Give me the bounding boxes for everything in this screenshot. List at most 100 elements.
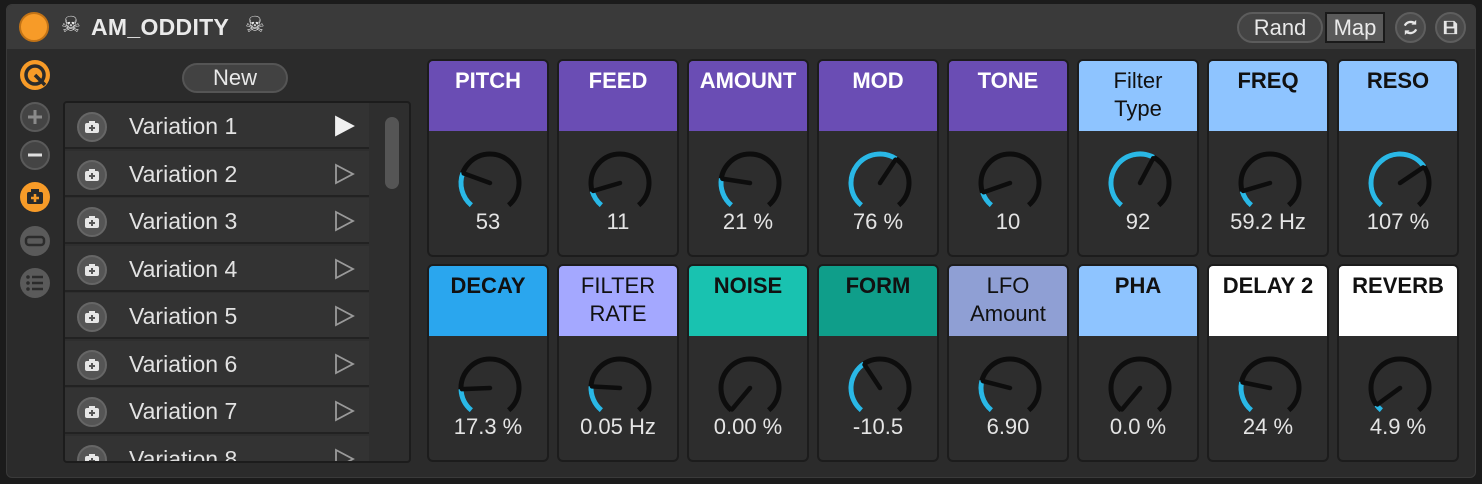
variation-list[interactable]: Variation 1 Variation 2 Variation 3 Variati… [63, 101, 411, 463]
macro-value: -10.5 [852, 414, 904, 439]
variation-label: Variation 8 [129, 445, 238, 463]
variation-row[interactable]: Variation 3 [65, 198, 369, 244]
knob-needle [1240, 180, 1273, 194]
macro-name-label[interactable]: LFO Amount [949, 266, 1067, 336]
knob-value-arc [980, 191, 994, 208]
knob-track [978, 151, 1042, 208]
variation-row[interactable]: Variation 5 [65, 293, 369, 339]
variation-label: Variation 7 [129, 398, 238, 424]
variation-row[interactable]: Variation 2 [65, 150, 369, 197]
macro-cell: PITCH 53 [427, 59, 549, 257]
macro-value: 0.00 % [713, 414, 783, 439]
scrollbar[interactable] [385, 117, 399, 189]
macro-name-label[interactable]: FREQ [1209, 61, 1327, 131]
knob-value-arc [718, 178, 734, 208]
macro-cell: TONE 10 [947, 59, 1069, 257]
camera-icon[interactable] [77, 444, 107, 461]
variation-row[interactable]: Variation 4 [65, 245, 369, 292]
macro-name-label[interactable]: DELAY 2 [1209, 266, 1327, 336]
map-button[interactable]: Map [1325, 12, 1385, 43]
play-icon[interactable] [333, 258, 355, 280]
knob-needle [862, 362, 883, 391]
knob-needle [720, 176, 753, 186]
play-icon[interactable] [333, 448, 355, 464]
variation-label: Variation 1 [129, 113, 238, 139]
variation-row[interactable]: Variation 7 [65, 388, 369, 434]
remove-icon[interactable] [19, 139, 51, 171]
refresh-icon[interactable] [1395, 12, 1426, 43]
macro-cell: AMOUNT 21 % [687, 59, 809, 257]
rand-button[interactable]: Rand [1237, 12, 1323, 43]
new-variation-button[interactable]: New [182, 63, 288, 93]
macro-name-label[interactable]: Filter Type [1079, 61, 1197, 131]
camera-icon[interactable] [77, 397, 107, 427]
camera-icon[interactable] [19, 181, 51, 213]
camera-icon[interactable] [77, 349, 107, 380]
macro-name-label[interactable]: MOD [819, 61, 937, 131]
camera-icon[interactable] [77, 207, 107, 237]
knob-track [1108, 356, 1172, 413]
macro-value: 6.90 [986, 414, 1030, 439]
macro-value: 59.2 Hz [1230, 209, 1306, 234]
power-icon[interactable] [19, 12, 49, 42]
macro-name-label[interactable]: NOISE [689, 266, 807, 336]
variation-label: Variation 5 [129, 303, 238, 329]
macro-value: 76 % [852, 209, 904, 234]
macro-name-label[interactable]: AMOUNT [689, 61, 807, 131]
minus-rect-icon[interactable] [19, 225, 51, 257]
macro-cell: LFO Amount 6.90 [947, 264, 1069, 462]
variation-row[interactable]: Variation 1 [65, 103, 369, 149]
knob-value-arc [588, 386, 604, 413]
macro-name-label[interactable]: FILTER RATE [559, 266, 677, 336]
add-icon[interactable] [19, 101, 51, 133]
camera-icon[interactable] [77, 112, 107, 142]
knob-needle [459, 385, 493, 392]
macro-name-label[interactable]: PHA [1079, 266, 1197, 336]
macro-cell: MOD 76 % [817, 59, 939, 257]
knob-track [458, 151, 522, 208]
camera-icon[interactable] [77, 254, 107, 285]
macro-name-label[interactable]: FEED [559, 61, 677, 131]
play-icon[interactable] [333, 163, 355, 185]
macro-value: 10 [995, 209, 1021, 234]
macro-cell: FORM -10.5 [817, 264, 939, 462]
macro-name-label[interactable]: TONE [949, 61, 1067, 131]
device-title: AM_ODDITY [91, 14, 230, 40]
variation-label: Variation 2 [129, 160, 238, 187]
macro-value: 11 [606, 209, 630, 234]
knob-track [718, 356, 782, 413]
save-icon[interactable] [1435, 12, 1466, 43]
knob-needle [1240, 380, 1273, 391]
play-icon[interactable] [333, 400, 355, 422]
macro-variations-icon[interactable] [19, 59, 51, 91]
list-icon[interactable] [19, 267, 51, 299]
macro-name-label[interactable]: FORM [819, 266, 937, 336]
device-panel: ☠ AM_ODDITY ☠ Rand Map New Variation 1 Va… [6, 4, 1476, 478]
variation-row[interactable]: Variation 8 [65, 435, 369, 464]
variation-row[interactable]: Variation 6 [65, 340, 369, 387]
knob-track [588, 151, 652, 208]
knob-track [1238, 151, 1302, 208]
play-icon[interactable] [333, 305, 355, 327]
macro-name-label[interactable]: DECAY [429, 266, 547, 336]
macro-value: 53 [475, 209, 501, 234]
play-icon[interactable] [333, 210, 355, 232]
play-icon[interactable] [333, 353, 355, 375]
macro-cell: FEED 11 [557, 59, 679, 257]
macro-value: 4.9 % [1369, 414, 1427, 439]
title-bar[interactable]: ☠ AM_ODDITY ☠ Rand Map [7, 5, 1475, 49]
knob-value-arc [458, 388, 474, 413]
macro-name-label[interactable]: RESO [1339, 61, 1457, 131]
skull-icon: ☠ [245, 13, 265, 38]
macro-cell: FILTER RATE 0.05 Hz [557, 264, 679, 462]
variation-label: Variation 6 [129, 350, 238, 377]
macro-name-label[interactable]: PITCH [429, 61, 547, 131]
camera-icon[interactable] [77, 302, 107, 332]
knob-needle [590, 180, 623, 194]
camera-icon[interactable] [77, 159, 107, 190]
skull-icon: ☠ [61, 13, 81, 38]
play-icon[interactable] [333, 115, 355, 137]
macro-value: 21 % [722, 209, 774, 234]
knob-needle [589, 384, 623, 391]
macro-name-label[interactable]: REVERB [1339, 266, 1457, 336]
